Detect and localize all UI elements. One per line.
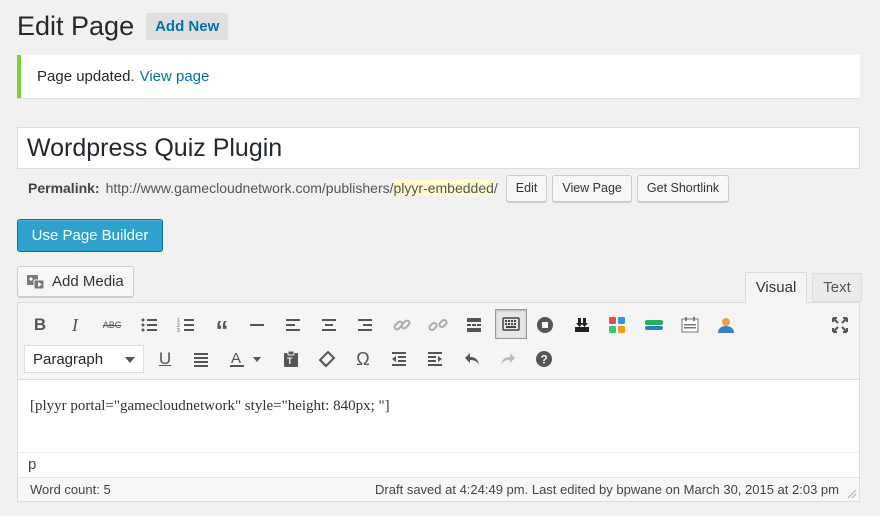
page-header: Edit Page Add New [17, 8, 229, 44]
resize-handle-icon[interactable] [847, 489, 857, 499]
read-more-icon[interactable] [460, 311, 488, 339]
editor-content[interactable]: [plyyr portal="gamecloudnetwork" style="… [18, 380, 859, 452]
permalink-base-url: http://www.gamecloudnetwork.com/publishe… [105, 180, 394, 196]
grid-plugin-icon[interactable] [603, 311, 631, 339]
underline-icon[interactable]: U [151, 345, 179, 373]
permalink-slug: plyyr-embedded [393, 180, 494, 196]
svg-text:T: T [287, 356, 293, 366]
get-shortlink-button[interactable]: Get Shortlink [636, 174, 730, 202]
add-media-button[interactable]: Add Media [17, 266, 134, 297]
outdent-icon[interactable] [385, 345, 413, 373]
undo-icon[interactable] [458, 345, 486, 373]
editor-status-bar: Word count: 5 Draft saved at 4:24:49 pm.… [18, 477, 859, 501]
horizontal-rule-icon[interactable] [243, 311, 271, 339]
align-left-icon[interactable] [279, 311, 307, 339]
draft-status: Draft saved at 4:24:49 pm. Last edited b… [375, 482, 839, 497]
help-icon[interactable]: ? [530, 345, 558, 373]
page-title: Edit Page [17, 10, 135, 41]
italic-icon[interactable]: I [61, 311, 89, 339]
chevron-down-icon [125, 357, 135, 363]
svg-text:3: 3 [177, 328, 180, 334]
user-plugin-icon[interactable] [712, 311, 740, 339]
bold-icon[interactable]: B [26, 311, 54, 339]
svg-text:?: ? [541, 353, 548, 367]
tab-text[interactable]: Text [812, 273, 862, 302]
notice-text: Page updated. [37, 68, 135, 85]
redo-icon[interactable] [494, 345, 522, 373]
toolbar-toggle-icon[interactable] [495, 309, 527, 339]
format-select[interactable]: Paragraph [24, 345, 144, 373]
button-plugin-icon[interactable] [640, 311, 668, 339]
plugin-circle-icon[interactable] [531, 311, 559, 339]
use-page-builder-button[interactable]: Use Page Builder [17, 219, 163, 252]
view-page-button[interactable]: View Page [552, 174, 632, 202]
svg-text:A: A [231, 350, 241, 367]
indent-icon[interactable] [421, 345, 449, 373]
download-icon[interactable] [568, 311, 596, 339]
bullet-list-icon[interactable] [135, 311, 163, 339]
clear-format-icon[interactable] [313, 345, 341, 373]
media-icon [27, 274, 45, 289]
blockquote-icon[interactable]: “ [208, 311, 236, 343]
update-notice: Page updated. View page [17, 55, 860, 98]
word-count: Word count: 5 [30, 482, 111, 497]
unlink-icon[interactable] [424, 311, 452, 339]
edit-permalink-button[interactable]: Edit [505, 174, 548, 202]
paste-text-icon[interactable]: T [277, 345, 305, 373]
numbered-list-icon[interactable]: 123 [172, 311, 200, 339]
align-center-icon[interactable] [315, 311, 343, 339]
permalink-trailing-slash: / [493, 180, 498, 196]
link-icon[interactable] [388, 311, 416, 339]
element-path: p [18, 452, 859, 476]
editor-toolbar: B I ABC 123 “ Paragraph U A T Ω ? [18, 303, 859, 380]
format-select-value: Paragraph [33, 350, 104, 368]
view-page-link[interactable]: View page [140, 68, 210, 85]
add-media-label: Add Media [52, 273, 124, 290]
align-right-icon[interactable] [351, 311, 379, 339]
fullscreen-icon[interactable] [826, 311, 854, 339]
special-char-icon[interactable]: Ω [349, 345, 377, 373]
justify-icon[interactable] [187, 345, 215, 373]
add-new-button[interactable]: Add New [146, 12, 229, 40]
content-editor: B I ABC 123 “ Paragraph U A T Ω ? [plyyr… [17, 302, 860, 502]
permalink-label: Permalink: [28, 180, 100, 196]
permalink-row: Permalink: http://www.gamecloudnetwork.c… [28, 174, 730, 202]
tab-visual[interactable]: Visual [745, 272, 807, 303]
strikethrough-icon[interactable]: ABC [98, 311, 126, 339]
text-color-icon[interactable]: A [224, 345, 268, 373]
form-plugin-icon[interactable] [676, 311, 704, 339]
post-title-input[interactable]: Wordpress Quiz Plugin [17, 127, 860, 169]
